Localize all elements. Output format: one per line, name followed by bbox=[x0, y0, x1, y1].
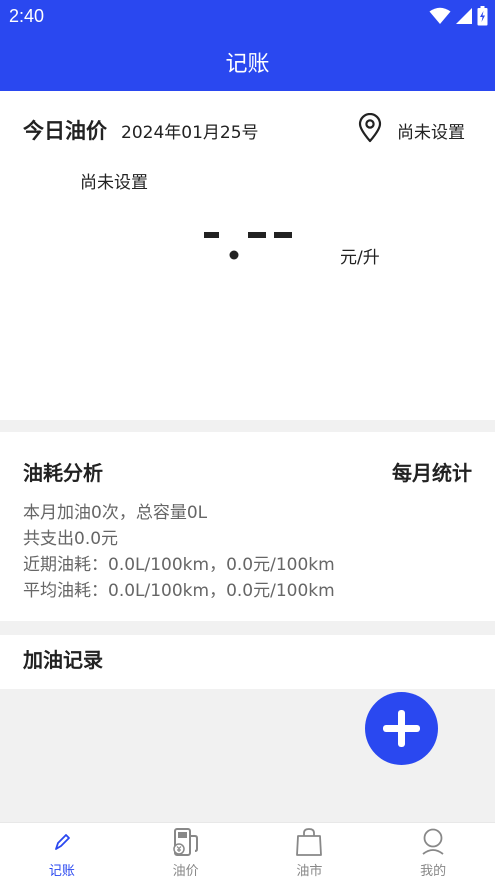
fuel-price-title: 今日油价 bbox=[23, 119, 107, 143]
edit-icon bbox=[54, 834, 70, 850]
nav-label: 我的 bbox=[420, 864, 447, 879]
records-title: 加油记录 bbox=[23, 648, 103, 672]
shopping-bag-icon bbox=[296, 828, 323, 856]
nav-item-fuel-market[interactable]: 油市 bbox=[248, 823, 372, 880]
page-title: 记账 bbox=[225, 52, 270, 77]
status-bar: 2:40 bbox=[0, 0, 495, 33]
status-icons bbox=[429, 6, 488, 26]
stat-line: 本月加油0次，总容量0L bbox=[23, 503, 208, 523]
signal-icon bbox=[456, 8, 472, 24]
location-label[interactable]: 尚未设置 bbox=[397, 118, 465, 143]
user-icon bbox=[422, 828, 444, 855]
fuel-pump-icon bbox=[172, 828, 198, 856]
nav-item-bookkeeping[interactable]: 记账 bbox=[0, 823, 124, 880]
region-label: 尚未设置 bbox=[80, 173, 148, 193]
stat-line: 平均油耗：0.0L/100km，0.0元/100km bbox=[23, 581, 335, 601]
battery-icon bbox=[477, 6, 488, 26]
wifi-icon bbox=[429, 7, 451, 24]
fuel-analysis-card: 油耗分析 每月统计 本月加油0次，总容量0L 共支出0.0元 近期油耗：0.0L… bbox=[0, 432, 495, 621]
nav-label: 油市 bbox=[296, 864, 323, 879]
bottom-nav: 记账 油价 油市 我的 bbox=[0, 822, 495, 880]
stat-line: 共支出0.0元 bbox=[23, 529, 119, 549]
nav-label: 油价 bbox=[172, 864, 199, 879]
app-bar: 记账 bbox=[0, 33, 495, 91]
stat-line: 近期油耗：0.0L/100km，0.0元/100km bbox=[23, 555, 335, 575]
add-record-button[interactable] bbox=[365, 692, 438, 765]
status-time: 2:40 bbox=[9, 6, 45, 26]
fuel-price-date: 2024年01月25号 bbox=[121, 123, 259, 143]
nav-item-profile[interactable]: 我的 bbox=[371, 823, 495, 880]
plus-icon bbox=[383, 710, 420, 747]
refuel-records-header: 加油记录 bbox=[0, 635, 495, 689]
nav-label: 记账 bbox=[48, 864, 75, 879]
analysis-title: 油耗分析 bbox=[23, 461, 103, 485]
fuel-price-card: 今日油价 2024年01月25号 尚未设置 尚未设置 元/升 bbox=[0, 91, 495, 420]
price-placeholder bbox=[204, 232, 292, 260]
location-pin-icon[interactable] bbox=[357, 113, 383, 143]
monthly-stats-button[interactable]: 每月统计 bbox=[392, 457, 472, 486]
price-unit: 元/升 bbox=[340, 248, 380, 268]
nav-item-fuel-price[interactable]: 油价 bbox=[124, 823, 248, 880]
